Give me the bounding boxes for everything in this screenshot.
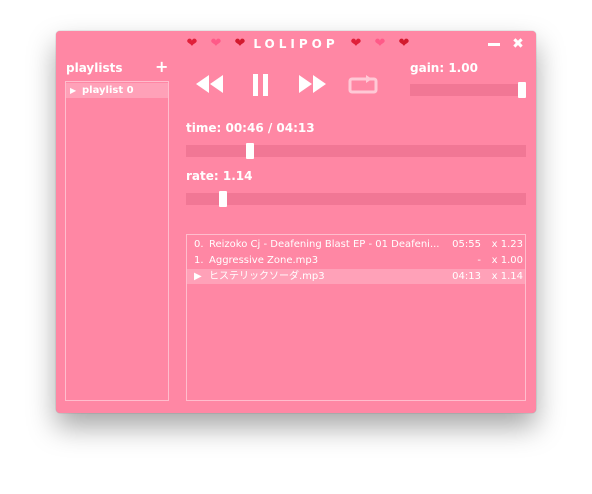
- heart-icon: ❤: [374, 36, 386, 51]
- seek-slider-thumb[interactable]: [246, 143, 254, 159]
- close-button[interactable]: ✖: [511, 37, 525, 51]
- plus-icon: +: [155, 57, 169, 76]
- track-rate: x 1.14: [491, 271, 523, 282]
- add-playlist-button[interactable]: +: [155, 59, 168, 75]
- track-rate: x 1.23: [491, 239, 523, 250]
- seek-slider[interactable]: [186, 143, 526, 159]
- pause-button[interactable]: [251, 73, 271, 97]
- time-label: time: 00:46 / 04:13: [186, 121, 315, 135]
- playlist-item-label: playlist 0: [82, 85, 134, 96]
- playlists-heading: playlists: [66, 61, 123, 75]
- playlist-list: ▶ playlist 0: [65, 81, 169, 401]
- track-rate: x 1.00: [491, 255, 523, 266]
- repeat-icon: [348, 75, 378, 94]
- heart-icon: ❤: [398, 36, 410, 51]
- close-icon: ✖: [512, 36, 524, 52]
- minimize-button[interactable]: [487, 37, 501, 51]
- track-row[interactable]: 0. Reizoko Cj - Deafening Blast EP - 01 …: [187, 237, 525, 252]
- minimize-icon: [488, 43, 500, 46]
- track-row-playing[interactable]: ▶ ヒステリックソーダ.mp3 04:13 x 1.14: [187, 269, 525, 284]
- track-row[interactable]: 1. Aggressive Zone.mp3 - x 1.00: [187, 253, 525, 268]
- track-duration: 04:13: [452, 271, 481, 282]
- pause-icon: [253, 74, 268, 96]
- track-name: Reizoko Cj - Deafening Blast EP - 01 Dea…: [209, 239, 439, 250]
- title-decoration-right: ❤ ❤ ❤: [346, 36, 414, 52]
- track-list: 0. Reizoko Cj - Deafening Blast EP - 01 …: [186, 234, 526, 401]
- rate-slider-thumb[interactable]: [219, 191, 227, 207]
- playlist-item[interactable]: ▶ playlist 0: [66, 83, 168, 98]
- rewind-button[interactable]: [194, 73, 226, 97]
- rate-label: rate: 1.14: [186, 169, 253, 183]
- track-name: Aggressive Zone.mp3: [209, 255, 319, 266]
- track-index: 0.: [194, 239, 204, 250]
- gain-slider-thumb[interactable]: [518, 82, 526, 98]
- fast-forward-icon: [299, 75, 326, 93]
- window-title: LOLIPOP: [253, 37, 339, 51]
- gain-label: gain: 1.00: [410, 61, 478, 75]
- title-bar[interactable]: ❤ ❤ ❤ LOLIPOP ❤ ❤ ❤ ✖: [56, 31, 536, 57]
- fast-forward-button[interactable]: [296, 73, 328, 97]
- rewind-icon: [196, 75, 223, 93]
- gain-slider[interactable]: [410, 82, 526, 98]
- track-index: 1.: [194, 255, 204, 266]
- heart-icon: ❤: [350, 36, 362, 51]
- track-duration: 05:55: [452, 239, 481, 250]
- repeat-button[interactable]: [347, 73, 381, 97]
- play-marker-icon: ▶: [70, 86, 77, 95]
- rate-slider[interactable]: [186, 191, 526, 207]
- app-window: ❤ ❤ ❤ LOLIPOP ❤ ❤ ❤ ✖ playlists + ▶ play…: [56, 31, 536, 413]
- now-playing-icon: ▶: [194, 271, 202, 282]
- track-duration: -: [477, 255, 481, 266]
- track-name: ヒステリックソーダ.mp3: [209, 271, 325, 282]
